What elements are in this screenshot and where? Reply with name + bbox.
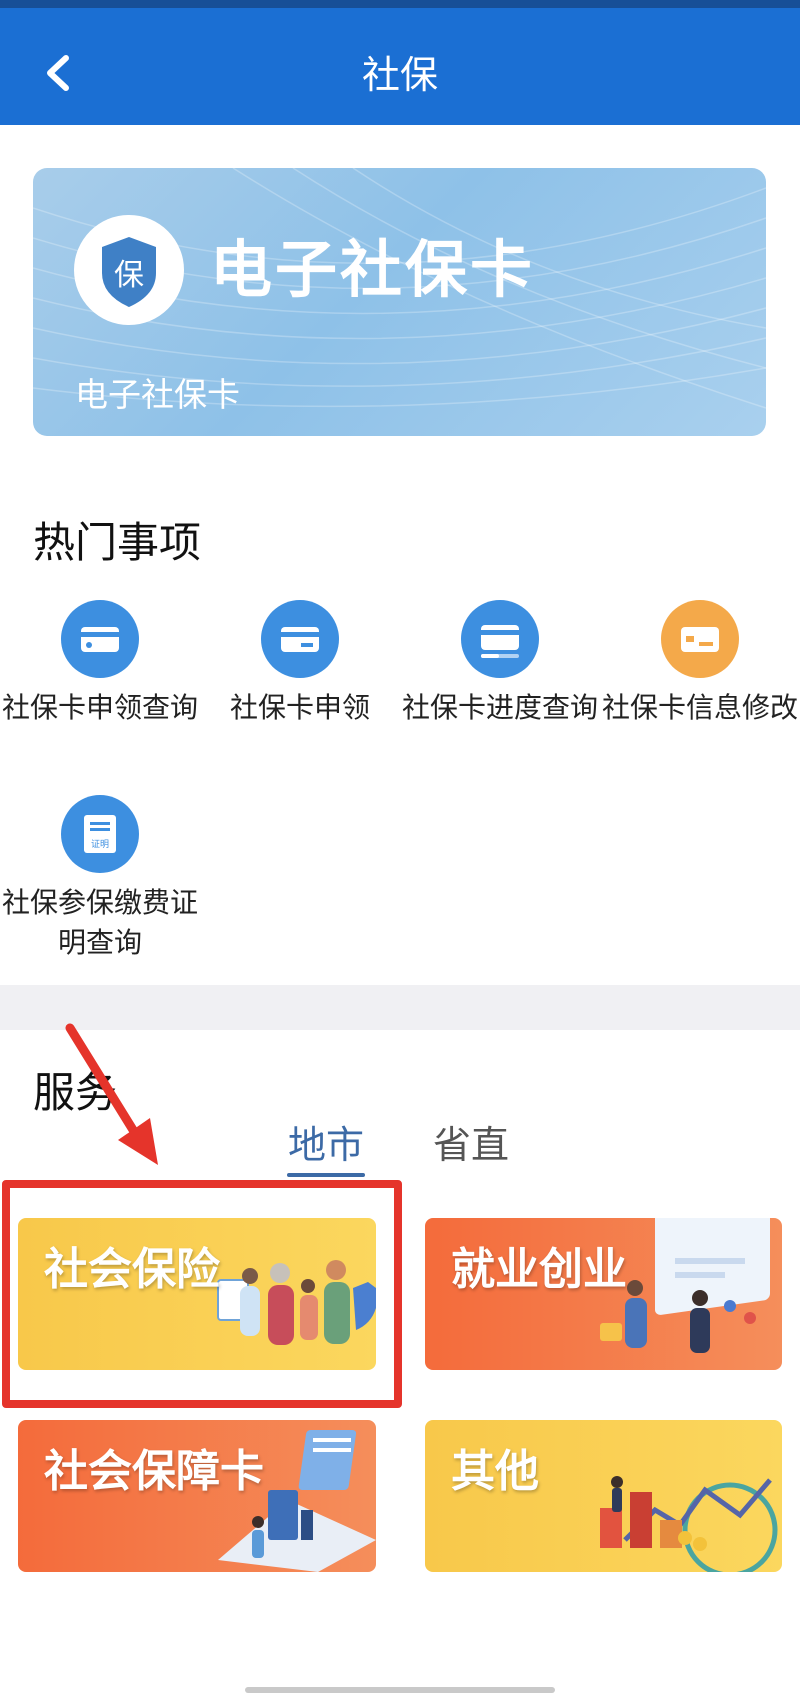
card-icon xyxy=(61,600,139,678)
hot-item-label: 社保卡申领 xyxy=(229,691,370,724)
tile-employment[interactable]: 就业创业 xyxy=(425,1218,782,1370)
svg-text:保: 保 xyxy=(114,258,144,293)
e-social-card[interactable]: 保 电子社保卡 电子社保卡 xyxy=(33,168,766,436)
home-indicator xyxy=(245,1687,555,1693)
hot-item-label: 社保参保缴费证明查询 xyxy=(1,886,198,959)
certificate-icon: 证明 xyxy=(61,795,139,873)
hot-item-payment-certificate[interactable]: 证明 社保参保缴费证明查询 xyxy=(0,795,200,963)
red-arrow-icon xyxy=(65,1023,158,1165)
hot-item-card-modify[interactable]: 社保卡信息修改 xyxy=(600,600,800,728)
hot-item-label: 社保卡信息修改 xyxy=(601,691,798,724)
shield-icon: 保 xyxy=(102,237,156,307)
hot-item-label: 社保卡进度查询 xyxy=(401,691,598,724)
hot-item-card-apply[interactable]: 社保卡申领 xyxy=(200,600,400,728)
tab-city[interactable]: 地市 xyxy=(288,1120,364,1170)
hot-item-card-apply-query[interactable]: 社保卡申领查询 xyxy=(0,600,200,728)
card-progress-icon xyxy=(461,600,539,678)
tile-other[interactable]: 其他 xyxy=(425,1420,782,1572)
tile-label: 社会保障卡 xyxy=(44,1446,264,1497)
highlight-box xyxy=(2,1180,402,1408)
card-subtitle: 电子社保卡 xyxy=(75,375,240,414)
hot-item-card-progress[interactable]: 社保卡进度查询 xyxy=(400,600,600,728)
hot-item-label: 社保卡申领查询 xyxy=(1,691,198,724)
card-icon xyxy=(661,600,739,678)
top-bar: 社保 xyxy=(0,0,800,125)
card-title: 电子社保卡 xyxy=(210,233,536,306)
page-title: 社保 xyxy=(361,53,438,97)
hot-section-title: 热门事项 xyxy=(33,518,202,567)
svg-text:证明: 证明 xyxy=(91,839,109,850)
tile-label: 就业创业 xyxy=(451,1244,627,1295)
tab-province[interactable]: 省直 xyxy=(433,1120,509,1170)
card-icon xyxy=(261,600,339,678)
tile-social-security-card[interactable]: 社会保障卡 xyxy=(18,1420,376,1572)
status-strip xyxy=(0,0,800,8)
shield-logo: 保 xyxy=(74,215,184,325)
tile-label: 其他 xyxy=(451,1446,539,1497)
tab-active-indicator xyxy=(287,1173,365,1177)
